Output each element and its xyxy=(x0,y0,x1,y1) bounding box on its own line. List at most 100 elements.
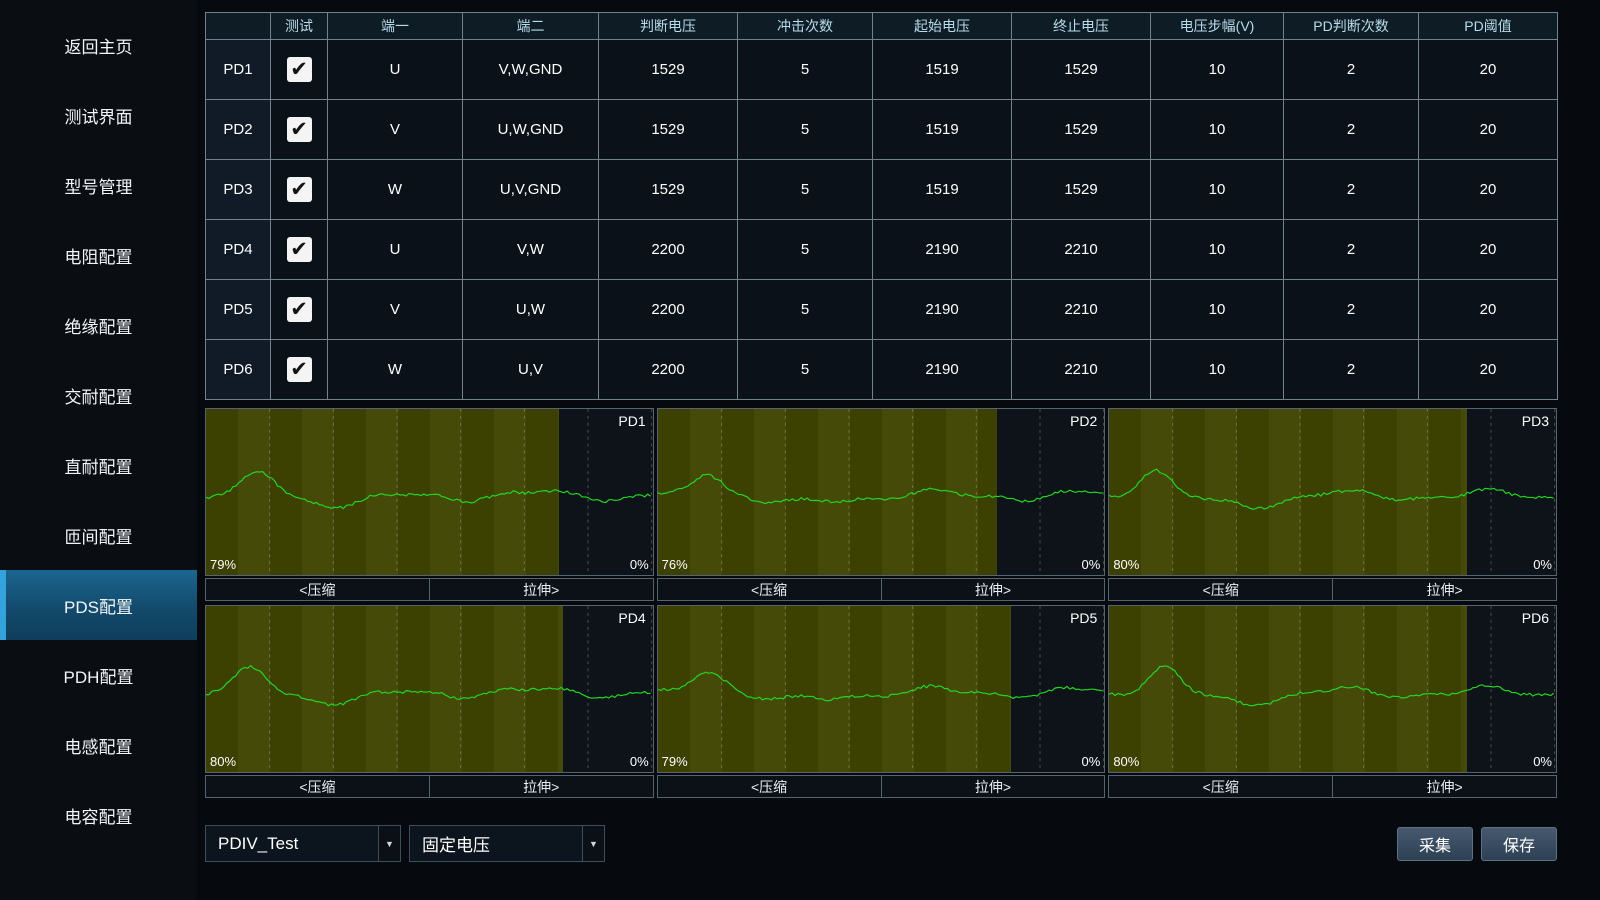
wave-block-PD5: PD5 79% 0% <压缩拉伸> xyxy=(657,605,1106,798)
checkbox-checked-icon[interactable]: ✔ xyxy=(287,357,312,382)
right-percent-label: 0% xyxy=(630,754,649,769)
table-row: PD3✔WU,V,GND152951519152910220 xyxy=(206,160,1558,220)
column-header: 测试 xyxy=(271,13,328,40)
compress-button-PD5[interactable]: <压缩 xyxy=(657,775,882,798)
sidebar-item-PDH配置[interactable]: PDH配置 xyxy=(0,640,197,710)
mode-select-value: 固定电压 xyxy=(410,831,490,856)
sidebar-item-label: 匝间配置 xyxy=(65,523,133,548)
save-button[interactable]: 保存 xyxy=(1481,827,1557,861)
left-percent-label: 80% xyxy=(1113,557,1139,572)
left-percent-label: 80% xyxy=(1113,754,1139,769)
value-cell: 2200 xyxy=(599,220,738,280)
waveform-panel-PD4: PD4 80% 0% xyxy=(205,605,654,773)
left-percent-label: 80% xyxy=(210,754,236,769)
checkbox-checked-icon[interactable]: ✔ xyxy=(287,57,312,82)
collect-button[interactable]: 采集 xyxy=(1397,827,1473,861)
sidebar-item-返回主页[interactable]: 返回主页 xyxy=(0,10,197,80)
wave-buttons-PD6: <压缩拉伸> xyxy=(1108,775,1557,798)
waveform-plot xyxy=(658,606,1105,772)
waveform-plot xyxy=(1109,409,1556,575)
value-cell: 5 xyxy=(738,100,873,160)
table-row: PD6✔WU,V220052190221010220 xyxy=(206,340,1558,400)
sidebar-item-交耐配置[interactable]: 交耐配置 xyxy=(0,360,197,430)
stretch-button-PD4[interactable]: 拉伸> xyxy=(430,775,654,798)
value-cell: U,V xyxy=(463,340,599,400)
waveform-grid: PD179%0%<压缩拉伸>PD276%0%<压缩拉伸>PD380%0%<压缩拉… xyxy=(205,408,1557,798)
compress-button-PD4[interactable]: <压缩 xyxy=(205,775,430,798)
sidebar-item-PDS配置[interactable]: PDS配置 xyxy=(0,570,197,640)
value-cell: 2190 xyxy=(873,340,1012,400)
sidebar-item-匝间配置[interactable]: 匝间配置 xyxy=(0,500,197,570)
test-select[interactable]: PDIV_Test ▼ xyxy=(205,825,401,862)
column-header: 判断电压 xyxy=(599,13,738,40)
panel-label: PD5 xyxy=(1070,610,1097,626)
checkbox-checked-icon[interactable]: ✔ xyxy=(287,237,312,262)
footer-bar: PDIV_Test ▼ 固定电压 ▼ 采集 保存 xyxy=(205,825,1557,862)
sidebar: 返回主页测试界面型号管理电阻配置绝缘配置交耐配置直耐配置匝间配置 PDS配置PDH… xyxy=(0,0,197,900)
test-checkbox-cell: ✔ xyxy=(271,280,328,340)
value-cell: V xyxy=(328,100,463,160)
chevron-down-icon[interactable]: ▼ xyxy=(582,826,604,861)
value-cell: 10 xyxy=(1151,340,1284,400)
value-cell: 20 xyxy=(1419,340,1558,400)
test-checkbox-cell: ✔ xyxy=(271,100,328,160)
column-header: 冲击次数 xyxy=(738,13,873,40)
left-percent-label: 76% xyxy=(662,557,688,572)
right-percent-label: 0% xyxy=(1082,557,1101,572)
value-cell: U,W xyxy=(463,280,599,340)
stretch-button-PD1[interactable]: 拉伸> xyxy=(430,578,654,601)
value-cell: U xyxy=(328,40,463,100)
waveform-plot xyxy=(206,606,653,772)
panel-label: PD4 xyxy=(618,610,645,626)
sidebar-item-label: 绝缘配置 xyxy=(65,313,133,338)
stretch-button-PD3[interactable]: 拉伸> xyxy=(1333,578,1557,601)
pd-config-table: 测试端一端二判断电压冲击次数起始电压终止电压电压步幅(V)PD判断次数PD阈值 … xyxy=(205,12,1558,400)
value-cell: 10 xyxy=(1151,160,1284,220)
value-cell: 5 xyxy=(738,280,873,340)
value-cell: 20 xyxy=(1419,280,1558,340)
wave-block-PD4: PD4 80% 0% <压缩拉伸> xyxy=(205,605,654,798)
value-cell: 2 xyxy=(1284,280,1419,340)
sidebar-item-直耐配置[interactable]: 直耐配置 xyxy=(0,430,197,500)
sidebar-item-电阻配置[interactable]: 电阻配置 xyxy=(0,220,197,290)
test-select-value: PDIV_Test xyxy=(206,834,298,854)
column-header: 起始电压 xyxy=(873,13,1012,40)
value-cell: U xyxy=(328,220,463,280)
table-body: PD1✔UV,W,GND152951519152910220PD2✔VU,W,G… xyxy=(206,40,1558,400)
left-percent-label: 79% xyxy=(662,754,688,769)
sidebar-item-label: 型号管理 xyxy=(65,173,133,198)
sidebar-item-电感配置[interactable]: 电感配置 xyxy=(0,710,197,780)
value-cell: V xyxy=(328,280,463,340)
value-cell: 1529 xyxy=(1012,40,1151,100)
checkbox-checked-icon[interactable]: ✔ xyxy=(287,177,312,202)
panel-label: PD3 xyxy=(1522,413,1549,429)
value-cell: 2190 xyxy=(873,220,1012,280)
sidebar-item-绝缘配置[interactable]: 绝缘配置 xyxy=(0,290,197,360)
sidebar-item-电容配置[interactable]: 电容配置 xyxy=(0,780,197,850)
compress-button-PD3[interactable]: <压缩 xyxy=(1108,578,1333,601)
column-header xyxy=(206,13,271,40)
panel-label: PD6 xyxy=(1522,610,1549,626)
right-percent-label: 0% xyxy=(1082,754,1101,769)
compress-button-PD2[interactable]: <压缩 xyxy=(657,578,882,601)
checkbox-checked-icon[interactable]: ✔ xyxy=(287,117,312,142)
stretch-button-PD6[interactable]: 拉伸> xyxy=(1333,775,1557,798)
wave-buttons-PD5: <压缩拉伸> xyxy=(657,775,1106,798)
checkbox-checked-icon[interactable]: ✔ xyxy=(287,297,312,322)
wave-block-PD1: PD179%0%<压缩拉伸> xyxy=(205,408,654,601)
right-percent-label: 0% xyxy=(1533,557,1552,572)
value-cell: 5 xyxy=(738,160,873,220)
column-header: PD阈值 xyxy=(1419,13,1558,40)
compress-button-PD1[interactable]: <压缩 xyxy=(205,578,430,601)
compress-button-PD6[interactable]: <压缩 xyxy=(1108,775,1333,798)
chevron-down-icon[interactable]: ▼ xyxy=(378,826,400,861)
value-cell: 2200 xyxy=(599,340,738,400)
mode-select[interactable]: 固定电压 ▼ xyxy=(409,825,605,862)
stretch-button-PD2[interactable]: 拉伸> xyxy=(882,578,1106,601)
table-head: 测试端一端二判断电压冲击次数起始电压终止电压电压步幅(V)PD判断次数PD阈值 xyxy=(206,13,1558,40)
sidebar-item-型号管理[interactable]: 型号管理 xyxy=(0,150,197,220)
stretch-button-PD5[interactable]: 拉伸> xyxy=(882,775,1106,798)
wave-buttons-PD1: <压缩拉伸> xyxy=(205,578,654,601)
sidebar-item-测试界面[interactable]: 测试界面 xyxy=(0,80,197,150)
waveform-panel-PD6: PD680%0% xyxy=(1108,605,1557,773)
